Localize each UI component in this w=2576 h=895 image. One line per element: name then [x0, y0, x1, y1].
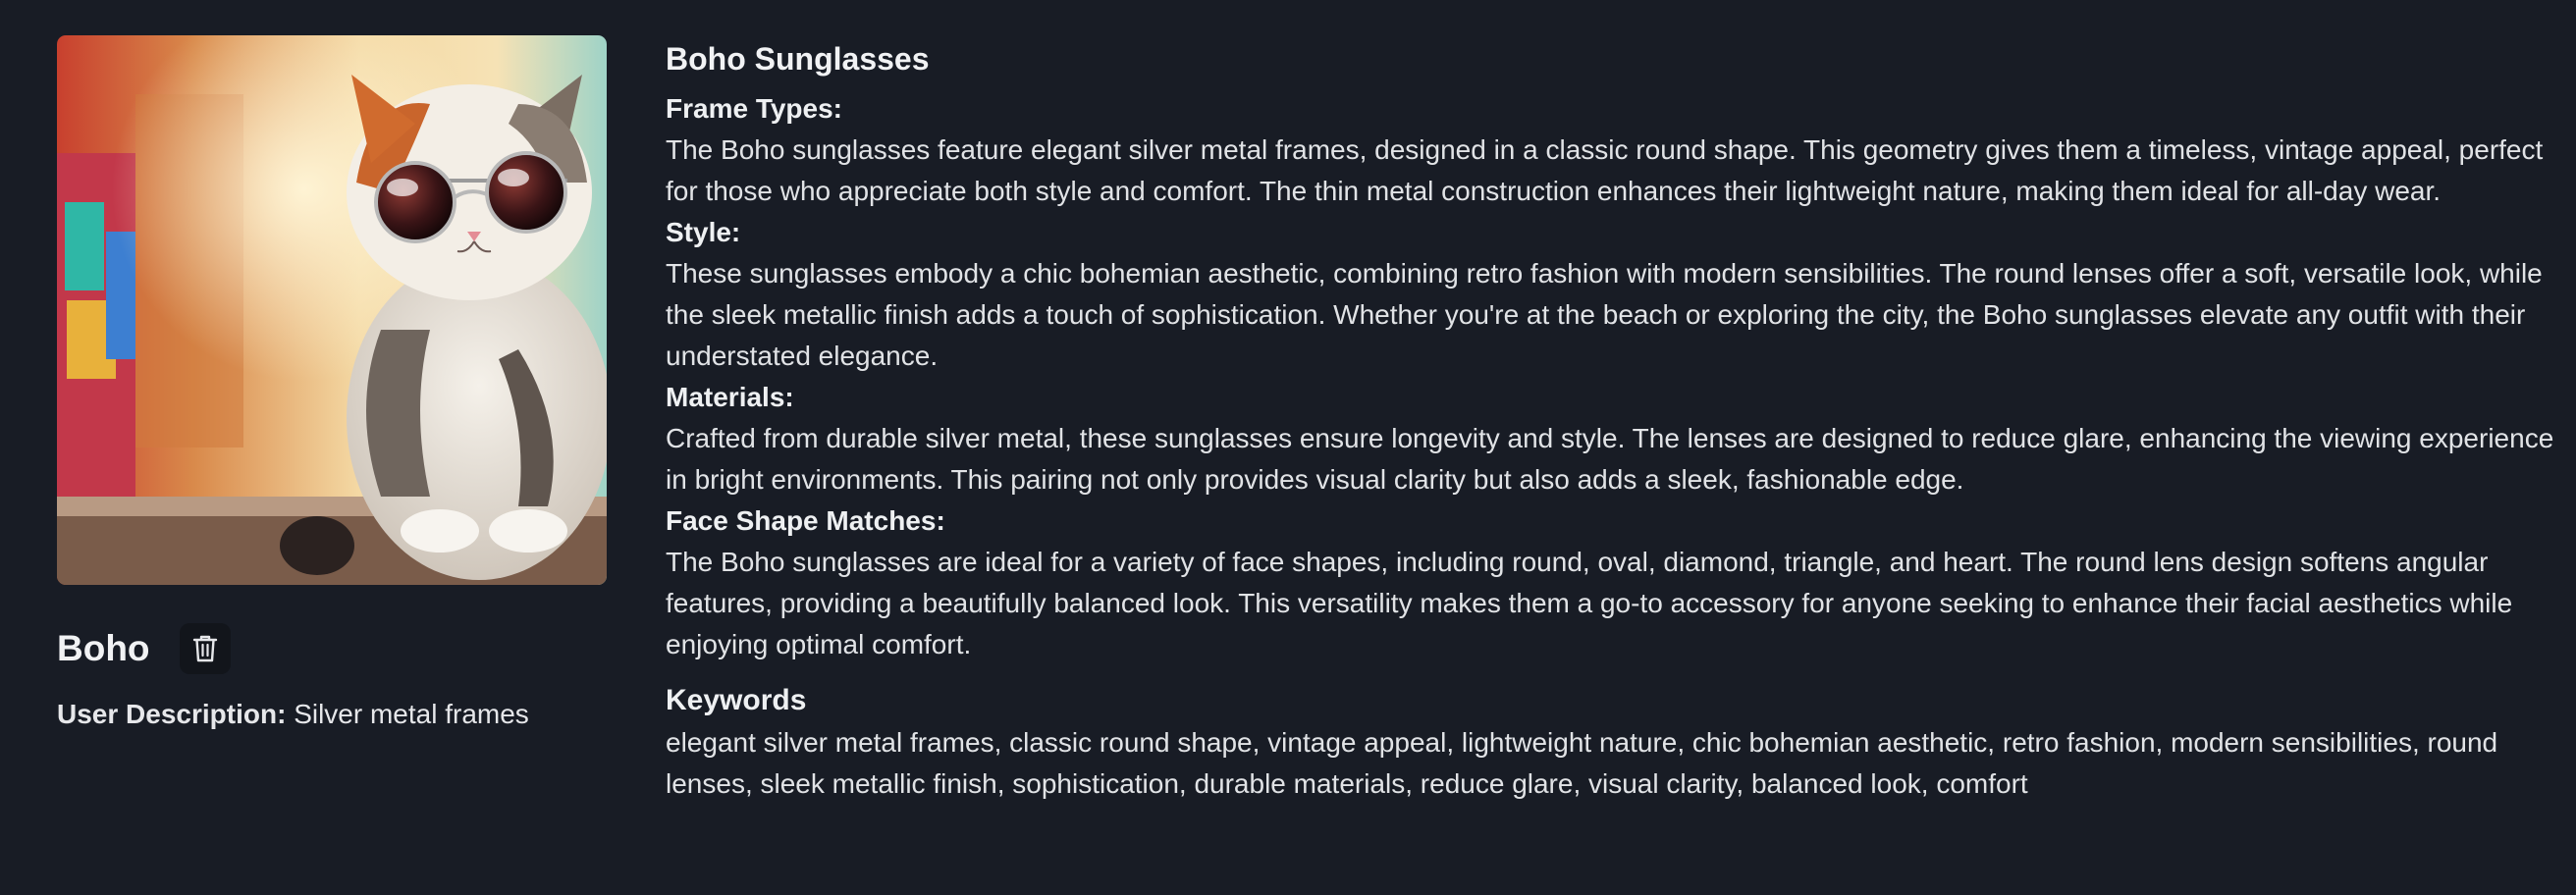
section-frame-types: Frame Types: The Boho sunglasses feature… [666, 88, 2560, 212]
section-heading: Style: [666, 217, 741, 247]
section-materials: Materials: Crafted from durable silver m… [666, 377, 2560, 500]
item-name: Boho [57, 628, 150, 668]
user-description-value: Silver metal frames [294, 699, 529, 729]
item-card: Boho User Description: Silver metal fram… [57, 35, 607, 730]
section-body: The Boho sunglasses feature elegant silv… [666, 134, 2544, 206]
delete-button[interactable] [179, 623, 231, 674]
section-face-shape-matches: Face Shape Matches: The Boho sunglasses … [666, 500, 2560, 665]
section-body: Crafted from durable silver metal, these… [666, 423, 2554, 495]
product-detail-page: Boho User Description: Silver metal fram… [0, 0, 2576, 895]
section-body: These sunglasses embody a chic bohemian … [666, 258, 2543, 371]
section-heading: Materials: [666, 382, 794, 412]
trash-icon [192, 635, 217, 662]
section-heading: Face Shape Matches: [666, 505, 945, 536]
user-description-label: User Description: [57, 699, 287, 729]
product-photo [57, 35, 607, 585]
item-title-row: Boho [57, 620, 607, 677]
user-description: User Description: Silver metal frames [57, 699, 607, 730]
keywords-list: elegant silver metal frames, classic rou… [666, 727, 2498, 799]
section-heading: Frame Types: [666, 93, 842, 124]
section-body: The Boho sunglasses are ideal for a vari… [666, 547, 2513, 659]
product-title: Boho Sunglasses [666, 41, 930, 77]
details-panel: Boho Sunglasses Frame Types: The Boho su… [666, 35, 2560, 805]
section-style: Style: These sunglasses embody a chic bo… [666, 212, 2560, 377]
keywords-heading: Keywords [666, 684, 807, 716]
